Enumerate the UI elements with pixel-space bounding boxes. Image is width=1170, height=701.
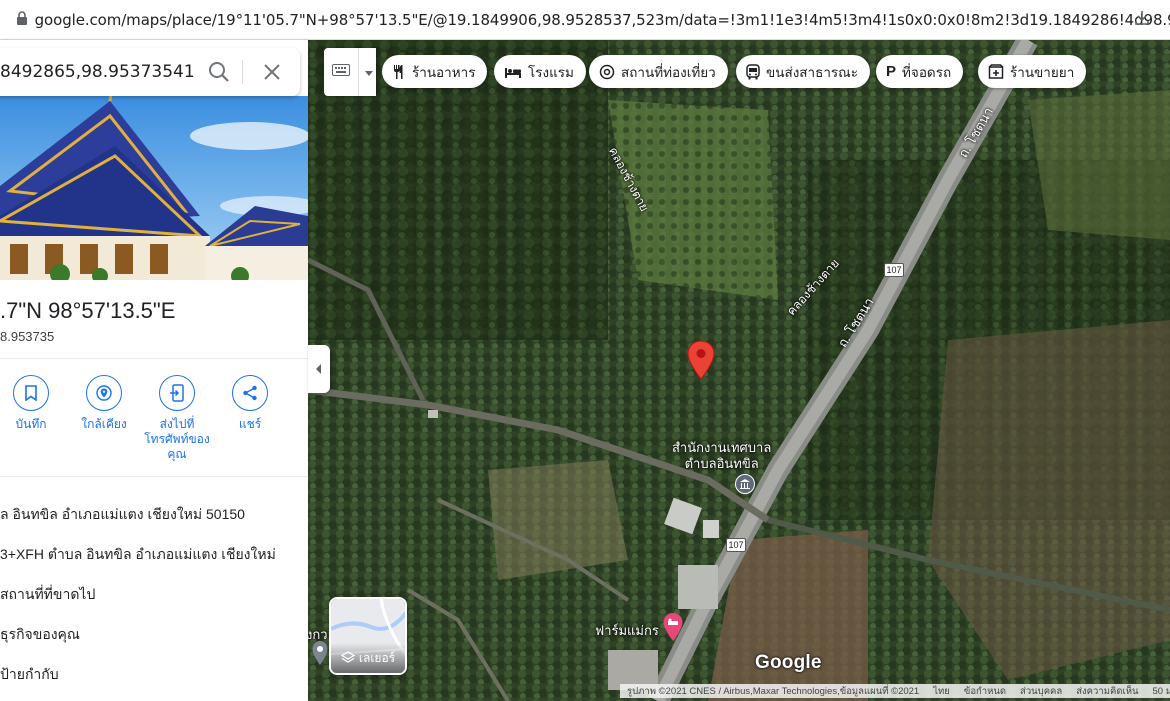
divider <box>0 358 308 359</box>
bookmark-icon <box>25 385 37 401</box>
government-building-icon[interactable] <box>735 474 755 494</box>
chip-parking[interactable]: P ที่จอดรถ <box>876 55 964 88</box>
place-coordinates: 8.953735 <box>0 329 55 344</box>
action-bar: บันทึก ใกล้เคียง ส่งไปที่โทรศัพท์ของคุณ … <box>0 375 308 475</box>
chip-attractions[interactable]: สถานที่ท่องเที่ยว <box>589 55 728 88</box>
language-link[interactable]: ไทย <box>933 684 950 698</box>
add-missing-place-row[interactable]: สถานที่ที่ขาดไป <box>0 584 95 606</box>
url-text[interactable]: google.com/maps/place/19°11'05.7"N+98°57… <box>35 11 1170 29</box>
place-title: .7"N 98°57'13.5"E <box>0 298 176 323</box>
feedback-link[interactable]: ส่งความคิดเห็น <box>1076 684 1138 698</box>
plus-code-row[interactable]: 3+XFH ตำบล อินทขิล อำเภอแม่แตง เชียงใหม่ <box>0 544 276 566</box>
satellite-map[interactable]: คลองช้างตาย คลองช้างตาย ถ. โชตนา ถ. โชตน… <box>308 40 1170 701</box>
chip-pharmacy[interactable]: ร้านขายยา <box>978 55 1087 88</box>
more-menu-icon[interactable]: ⋮ <box>1166 60 1170 80</box>
chevron-down-icon <box>365 63 373 81</box>
place-photo[interactable] <box>0 96 308 280</box>
share-button[interactable]: แชร์ <box>210 375 290 432</box>
send-to-phone-icon <box>170 384 184 402</box>
input-tools-button[interactable] <box>324 48 376 96</box>
send-to-phone-button[interactable]: ส่งไปที่โทรศัพท์ของคุณ <box>137 375 217 462</box>
terms-link[interactable]: ข้อกำหนด <box>964 684 1006 698</box>
layers-label: เลเยอร์ <box>331 643 405 673</box>
bed-icon <box>504 66 522 78</box>
map-attribution: รูปภาพ ©2021 CNES / Airbus,Maxar Technol… <box>620 684 1170 698</box>
route-badge: 107 <box>884 263 904 277</box>
hotel-pin-icon[interactable] <box>662 612 684 642</box>
farm-label[interactable]: ฟาร์มแม่กร <box>595 620 659 641</box>
add-business-row[interactable]: ธุรกิจของคุณ <box>0 624 80 646</box>
google-logo: Google <box>755 652 822 673</box>
divider <box>242 60 243 84</box>
layers-icon <box>340 651 355 663</box>
parking-icon: P <box>886 63 897 80</box>
chip-restaurants[interactable]: ร้านอาหาร <box>382 55 488 88</box>
keyboard-icon <box>332 63 350 81</box>
chip-hotels[interactable]: โรงแรม <box>494 55 586 88</box>
imagery-credit: รูปภาพ ©2021 CNES / Airbus,Maxar Technol… <box>627 685 920 697</box>
add-label-row[interactable]: ป้ายกำกับ <box>0 664 59 686</box>
bus-icon <box>746 63 760 80</box>
fork-knife-icon <box>392 64 406 80</box>
municipal-office-label[interactable]: สำนักงานเทศบาล ตำบลอินทขิล <box>672 440 771 472</box>
scale-label: 50 ม <box>1152 685 1170 697</box>
chip-transit[interactable]: ขนส่งสาธารณะ <box>736 55 870 88</box>
pharmacy-icon <box>988 63 1004 80</box>
search-input[interactable] <box>0 60 200 84</box>
nearby-button[interactable]: ใกล้เคียง <box>64 375 144 432</box>
camera-icon <box>599 64 615 80</box>
search-icon[interactable] <box>206 59 232 85</box>
divider <box>0 476 308 477</box>
nearby-icon <box>96 385 112 401</box>
place-pin-icon[interactable] <box>311 640 329 666</box>
place-panel: .7"N 98°57'13.5"E 8.953735 บันทึก ใกล้เค… <box>0 40 308 701</box>
chevron-left-icon <box>316 364 321 374</box>
location-pin-icon[interactable] <box>686 340 716 380</box>
satellite-imagery <box>308 40 1170 701</box>
address-row[interactable]: ล อินทขิล อำเภอแม่แตง เชียงใหม่ 50150 <box>0 504 245 526</box>
route-badge: 107 <box>726 538 746 552</box>
close-icon[interactable] <box>260 60 284 84</box>
download-icon[interactable] <box>1134 10 1150 31</box>
lock-icon[interactable] <box>10 11 35 28</box>
layers-button[interactable]: เลเยอร์ <box>329 597 407 675</box>
search-box <box>0 48 300 96</box>
save-button[interactable]: บันทึก <box>0 375 71 432</box>
share-icon <box>243 385 257 401</box>
browser-address-bar: google.com/maps/place/19°11'05.7"N+98°57… <box>0 0 1170 40</box>
collapse-panel-button[interactable] <box>308 345 330 393</box>
privacy-link[interactable]: ส่วนบุคคล <box>1020 684 1062 698</box>
